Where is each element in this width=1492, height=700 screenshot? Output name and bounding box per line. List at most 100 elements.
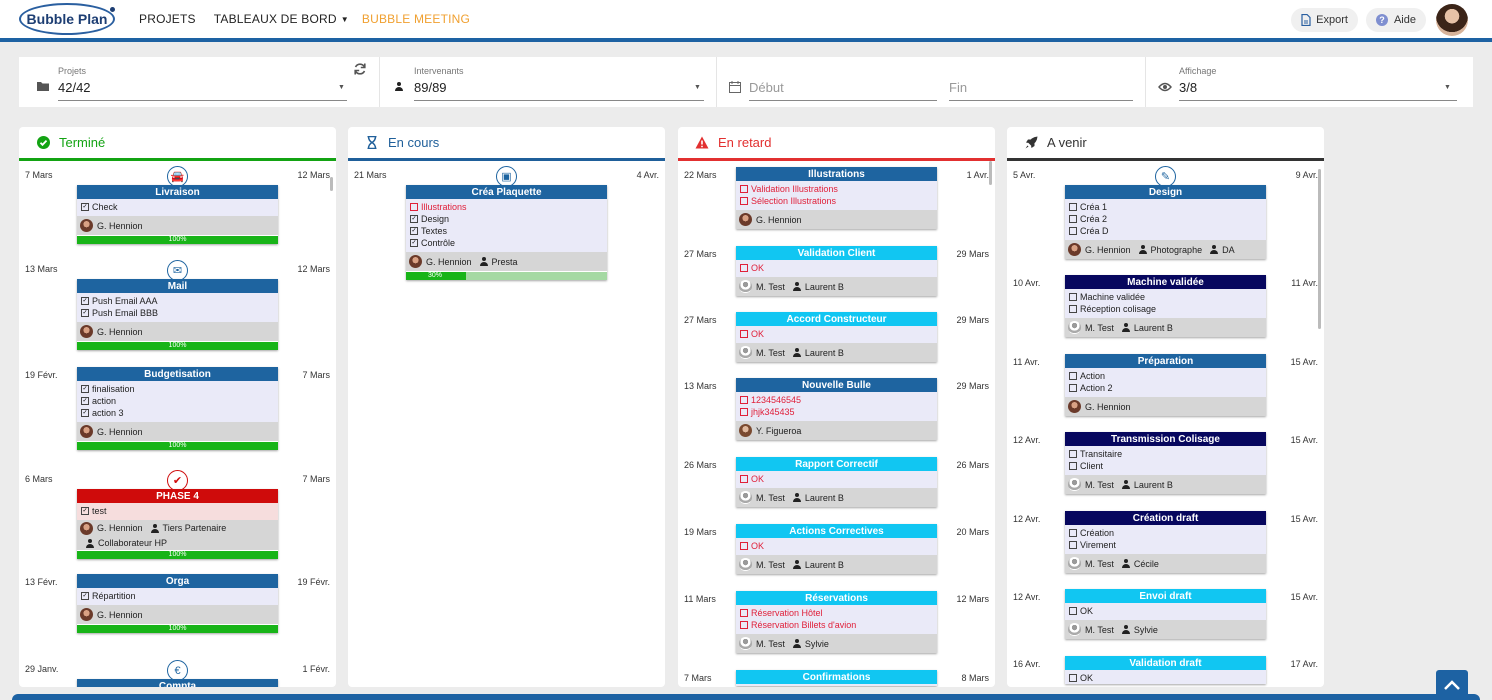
card-task-item[interactable]: ✓ Push Email AAA <box>77 295 278 307</box>
card-task-item[interactable]: Réception colisage <box>1065 303 1266 315</box>
card-task-item[interactable]: Sélection Illustrations <box>736 195 937 207</box>
card-task-item[interactable]: Création <box>1065 527 1266 539</box>
end-date-input[interactable]: Fin <box>949 80 967 95</box>
checkbox-checked-icon[interactable]: ✓ <box>81 592 89 600</box>
card-task-item[interactable]: Réservation Hôtel <box>736 607 937 619</box>
task-card[interactable]: PHASE 4 ✓ test G. Hennion Tiers Partenaire Co… <box>77 489 278 559</box>
task-card[interactable]: Validation draft OK <box>1065 656 1266 684</box>
checkbox-icon[interactable] <box>1069 541 1077 549</box>
checkbox-icon[interactable] <box>740 609 748 617</box>
card-task-item[interactable]: ✓ finalisation <box>77 383 278 395</box>
checkbox-checked-icon[interactable]: ✓ <box>410 239 418 247</box>
task-card[interactable]: Accord Constructeur OK M. Test Laurent B <box>736 312 937 362</box>
card-task-item[interactable]: ✓ Répartition <box>77 590 278 602</box>
task-card[interactable]: Livraison ✓ Check G. Hennion 100% <box>77 185 278 244</box>
task-card[interactable]: Machine validée Machine validée Réception … <box>1065 275 1266 337</box>
checkbox-icon[interactable] <box>740 264 748 272</box>
card-task-item[interactable]: Machine validée <box>1065 291 1266 303</box>
card-task-item[interactable]: ✓ Push Email BBB <box>77 307 278 319</box>
card-task-item[interactable]: ✓ action <box>77 395 278 407</box>
card-task-item[interactable]: Action <box>1065 370 1266 382</box>
card-task-item[interactable]: OK <box>736 473 937 485</box>
card-task-item[interactable]: Client <box>1065 460 1266 472</box>
card-task-item[interactable]: ✓ Design <box>406 213 607 225</box>
card-task-item[interactable]: Réservation Billets d'avion <box>736 619 937 631</box>
checkbox-icon[interactable] <box>1069 305 1077 313</box>
checkbox-icon[interactable] <box>1069 450 1077 458</box>
checkbox-icon[interactable] <box>740 475 748 483</box>
task-card[interactable]: Créa Plaquette Illustrations ✓ Design ✓ Texte… <box>406 185 607 280</box>
card-task-item[interactable]: OK <box>736 540 937 552</box>
filter-affichage[interactable]: Affichage 3/8 ▼ <box>1146 57 1473 107</box>
card-task-item[interactable]: jhjk345435 <box>736 406 937 418</box>
checkbox-icon[interactable] <box>1069 529 1077 537</box>
card-task-item[interactable]: Créa 2 <box>1065 213 1266 225</box>
checkbox-checked-icon[interactable]: ✓ <box>410 227 418 235</box>
task-card[interactable]: Budgetisation ✓ finalisation ✓ action ✓ action… <box>77 367 278 450</box>
task-card[interactable]: Design Créa 1 Créa 2 Créa D G. Hennion Photog… <box>1065 185 1266 259</box>
checkbox-icon[interactable] <box>1069 372 1077 380</box>
checkbox-checked-icon[interactable]: ✓ <box>410 215 418 223</box>
nav-projets[interactable]: PROJETS <box>139 12 196 26</box>
checkbox-icon[interactable] <box>1069 215 1077 223</box>
card-task-item[interactable]: OK <box>736 328 937 340</box>
export-button[interactable]: Export <box>1291 8 1358 32</box>
card-task-item[interactable]: OK <box>1065 605 1266 617</box>
checkbox-checked-icon[interactable]: ✓ <box>81 409 89 417</box>
task-card[interactable]: Illustrations Validation Illustrations Sél… <box>736 167 937 229</box>
card-task-item[interactable]: Transitaire <box>1065 448 1266 460</box>
checkbox-icon[interactable] <box>740 542 748 550</box>
checkbox-checked-icon[interactable]: ✓ <box>81 203 89 211</box>
checkbox-icon[interactable] <box>740 197 748 205</box>
task-card[interactable]: Orga ✓ Répartition G. Hennion 100% <box>77 574 278 633</box>
task-card[interactable]: Confirmations <box>736 670 937 686</box>
checkbox-icon[interactable] <box>1069 674 1077 682</box>
scrollbar[interactable] <box>989 161 992 185</box>
card-task-item[interactable]: Créa 1 <box>1065 201 1266 213</box>
refresh-icon[interactable] <box>353 62 367 76</box>
user-avatar[interactable] <box>1436 4 1468 36</box>
checkbox-icon[interactable] <box>740 396 748 404</box>
checkbox-checked-icon[interactable]: ✓ <box>81 385 89 393</box>
scroll-to-top-button[interactable] <box>1436 670 1468 700</box>
card-task-item[interactable]: ✓ Check <box>77 201 278 213</box>
checkbox-icon[interactable] <box>1069 293 1077 301</box>
card-task-item[interactable]: ✓ Contrôle <box>406 237 607 249</box>
filter-projets[interactable]: Projets 42/42 ▼ <box>19 57 380 107</box>
checkbox-icon[interactable] <box>740 330 748 338</box>
card-task-item[interactable]: ✓ Textes <box>406 225 607 237</box>
start-date-input[interactable]: Début <box>749 80 784 95</box>
card-task-item[interactable]: ✓ action 3 <box>77 407 278 419</box>
checkbox-icon[interactable] <box>1069 384 1077 392</box>
checkbox-checked-icon[interactable]: ✓ <box>81 297 89 305</box>
checkbox-icon[interactable] <box>1069 462 1077 470</box>
task-card[interactable]: Envoi draft OK M. Test Sylvie <box>1065 589 1266 639</box>
scrollbar[interactable] <box>1318 169 1321 329</box>
card-task-item[interactable]: ✓ test <box>77 505 278 517</box>
checkbox-icon[interactable] <box>1069 203 1077 211</box>
checkbox-icon[interactable] <box>740 185 748 193</box>
card-task-item[interactable]: Illustrations <box>406 201 607 213</box>
card-task-item[interactable]: Validation Illustrations <box>736 183 937 195</box>
bubble-plan-logo[interactable]: Bubble Plan <box>19 3 115 35</box>
task-card[interactable]: Validation Client OK M. Test Laurent B <box>736 246 937 296</box>
task-card[interactable]: Transmission Colisage Transitaire Client M.… <box>1065 432 1266 494</box>
nav-bubble-meeting[interactable]: BUBBLE MEETING <box>362 12 470 26</box>
task-card[interactable]: Mail ✓ Push Email AAA ✓ Push Email BBB G. Hen… <box>77 279 278 350</box>
task-card[interactable]: Compta <box>77 679 278 687</box>
task-card[interactable]: Rapport Correctif OK M. Test Laurent B <box>736 457 937 507</box>
checkbox-icon[interactable] <box>410 203 418 211</box>
checkbox-checked-icon[interactable]: ✓ <box>81 397 89 405</box>
help-button[interactable]: ? Aide <box>1365 8 1426 32</box>
checkbox-checked-icon[interactable]: ✓ <box>81 309 89 317</box>
task-card[interactable]: Actions Correctives OK M. Test Laurent B <box>736 524 937 574</box>
nav-tableaux-de-bord[interactable]: TABLEAUX DE BORD ▼ <box>214 12 349 26</box>
card-task-item[interactable]: 1234546545 <box>736 394 937 406</box>
card-task-item[interactable]: Créa D <box>1065 225 1266 237</box>
task-card[interactable]: Préparation Action Action 2 G. Hennion <box>1065 354 1266 416</box>
task-card[interactable]: Nouvelle Bulle 1234546545 jhjk345435 Y. Fig… <box>736 378 937 440</box>
scrollbar[interactable] <box>330 177 333 191</box>
card-task-item[interactable]: Action 2 <box>1065 382 1266 394</box>
card-task-item[interactable]: OK <box>736 262 937 274</box>
checkbox-icon[interactable] <box>740 621 748 629</box>
